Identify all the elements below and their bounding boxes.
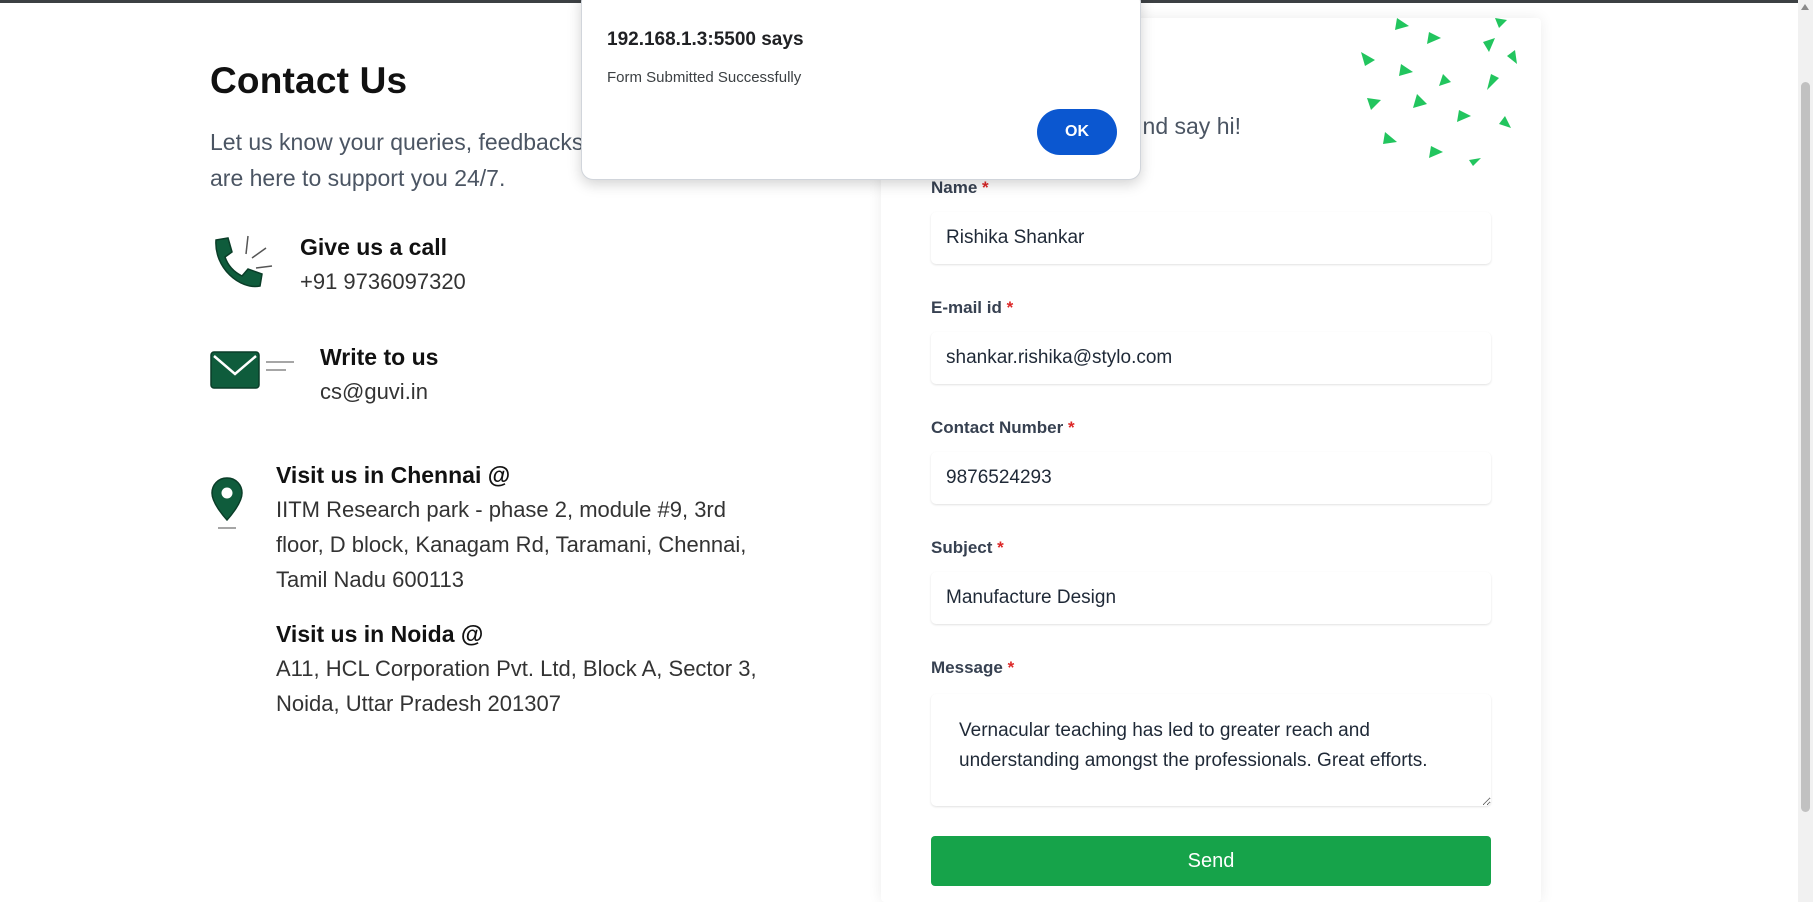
chennai-address: IITM Research park - phase 2, module #9,…	[276, 497, 747, 592]
subject-input[interactable]	[931, 572, 1491, 624]
decorative-triangles	[1361, 18, 1517, 166]
required-marker: *	[1067, 418, 1075, 437]
required-marker: *	[982, 178, 989, 197]
dialog-title: 192.168.1.3:5500 says	[607, 29, 804, 50]
noida-title: Visit us in Noida @	[276, 621, 484, 647]
location-pin-icon	[211, 477, 243, 529]
subject-field-group: Subject *	[931, 538, 1491, 624]
dialog-message: Form Submitted Successfully	[607, 69, 802, 86]
mail-address: cs@guvi.in	[320, 379, 428, 404]
message-field-group: Message * Vernacular teaching has led to…	[931, 658, 1491, 811]
phone-input[interactable]	[931, 452, 1491, 504]
phone-icon	[215, 235, 273, 288]
send-button[interactable]: Send	[931, 836, 1491, 886]
subject-label: Subject	[931, 538, 993, 557]
message-label: Message	[931, 658, 1003, 677]
intro-line-1: Let us know your queries, feedbacks,	[210, 129, 590, 155]
phone-label: Contact Number	[931, 418, 1064, 437]
noida-address: A11, HCL Corporation Pvt. Ltd, Block A, …	[276, 656, 757, 716]
intro-line-2: are here to support you 24/7.	[210, 165, 506, 191]
email-field-group: E-mail id *	[931, 298, 1491, 384]
mail-title: Write to us	[320, 344, 439, 370]
message-textarea[interactable]: Vernacular teaching has led to greater r…	[931, 694, 1491, 806]
chennai-title: Visit us in Chennai @	[276, 462, 511, 488]
required-marker: *	[1007, 658, 1015, 677]
scrollbar-thumb[interactable]	[1801, 82, 1810, 812]
name-label: Name	[931, 178, 978, 197]
required-marker: *	[1006, 298, 1014, 317]
scroll-up-arrow-icon[interactable]	[1801, 4, 1809, 10]
email-label: E-mail id	[931, 298, 1002, 317]
call-number: +91 9736097320	[300, 269, 466, 294]
mail-icon	[210, 351, 294, 389]
ok-button[interactable]: OK	[1037, 109, 1117, 155]
phone-field-group: Contact Number *	[931, 418, 1491, 504]
alert-dialog: 192.168.1.3:5500 says Form Submitted Suc…	[581, 0, 1141, 180]
required-marker: *	[997, 538, 1004, 557]
name-field-group: Name *	[931, 178, 1491, 264]
email-input[interactable]	[931, 332, 1491, 384]
vertical-scrollbar[interactable]	[1798, 0, 1813, 902]
name-input[interactable]	[931, 212, 1491, 264]
call-title: Give us a call	[300, 234, 448, 260]
